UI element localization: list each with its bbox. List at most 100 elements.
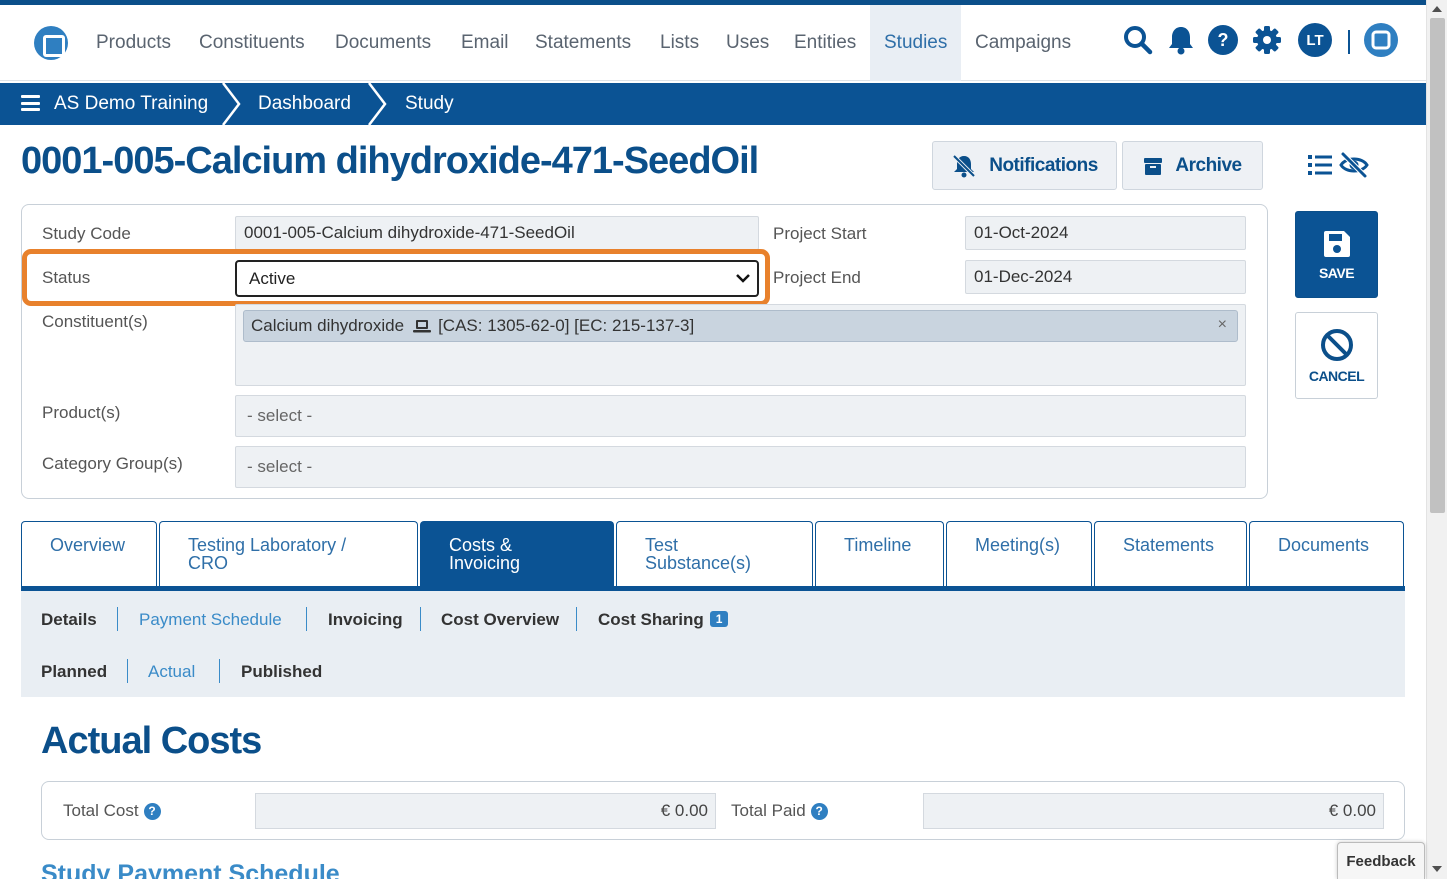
subnav-payment-schedule[interactable]: Payment Schedule (139, 610, 282, 630)
tab-testing-laboratory[interactable]: Testing Laboratory / CRO (159, 521, 418, 587)
tab-timeline[interactable]: Timeline (815, 521, 944, 587)
subnav-details[interactable]: Details (41, 610, 97, 630)
status-label: Status (42, 268, 91, 287)
help-icon[interactable]: ? (810, 802, 828, 820)
subnav-actual[interactable]: Actual (148, 662, 195, 682)
app-switch-icon[interactable] (1363, 23, 1399, 57)
total-cost-field[interactable]: € 0.00 (255, 793, 716, 829)
ban-icon (1320, 328, 1353, 361)
tab-label: Statements (1123, 535, 1215, 555)
notifications-label: Notifications (989, 154, 1098, 176)
tab-overview[interactable]: Overview (21, 521, 157, 587)
products-label: Product(s) (42, 403, 121, 422)
breadcrumb-chevron-icon (222, 83, 241, 125)
scroll-up-arrow-icon[interactable] (1432, 6, 1442, 12)
subnav-cost-sharing[interactable]: Cost Sharing 1 (598, 610, 729, 630)
total-cost-label-text: Total Cost (63, 801, 139, 820)
nav-constituents[interactable]: Constituents (185, 5, 319, 81)
tab-label: Test (645, 535, 679, 555)
nav-documents[interactable]: Documents (321, 5, 445, 81)
tab-label-line2: Invoicing (449, 553, 521, 573)
nav-statements[interactable]: Statements (521, 5, 645, 81)
nav-products[interactable]: Products (82, 5, 185, 81)
subnav-cost-overview[interactable]: Cost Overview (441, 610, 559, 630)
constituent-ids: [CAS: 1305-62-0] [EC: 215-137-3] (438, 316, 695, 335)
payment-schedule-section-title: Study Payment Schedule (41, 860, 340, 879)
archive-icon (1144, 157, 1163, 175)
tab-label-line2: CRO (188, 553, 228, 573)
study-code-label: Study Code (42, 224, 131, 243)
subnav-divider (576, 607, 577, 631)
bell-icon[interactable] (1165, 24, 1197, 56)
subnav-cost-sharing-label: Cost Sharing (598, 610, 704, 629)
menu-icon[interactable] (21, 95, 40, 111)
tab-test-substances[interactable]: Test Substance(s) (616, 521, 813, 587)
app-logo-icon[interactable] (34, 26, 68, 60)
products-select[interactable]: - select - (235, 395, 1246, 437)
tag-remove-icon[interactable]: × (1218, 316, 1227, 334)
tab-label: Testing Laboratory / (188, 535, 347, 555)
chevron-down-icon (736, 274, 750, 283)
constituent-tag[interactable]: Calcium dihydroxide [CAS: 1305-62-0] [EC… (243, 310, 1238, 342)
subnav-invoicing[interactable]: Invoicing (328, 610, 403, 630)
cancel-button[interactable]: CANCEL (1295, 312, 1378, 399)
page-title: 0001-005-Calcium dihydroxide-471-SeedOil (21, 140, 759, 182)
status-select[interactable]: Active (235, 260, 759, 297)
nav-campaigns[interactable]: Campaigns (961, 5, 1085, 81)
tab-label: Meeting(s) (975, 535, 1061, 555)
study-code-field[interactable]: 0001-005-Calcium dihydroxide-471-SeedOil (235, 216, 759, 250)
scrollbar-thumb[interactable] (1430, 18, 1445, 513)
breadcrumb-dashboard[interactable]: Dashboard (258, 83, 351, 125)
laptop-icon (413, 320, 432, 333)
user-avatar[interactable]: LT (1297, 23, 1333, 57)
project-start-field[interactable]: 01-Oct-2024 (965, 216, 1246, 250)
category-groups-label: Category Group(s) (42, 454, 183, 473)
tab-label: Overview (50, 535, 126, 555)
tab-costs-invoicing[interactable]: Costs & Invoicing (420, 521, 614, 587)
project-end-field[interactable]: 01-Dec-2024 (965, 260, 1246, 294)
tab-statements[interactable]: Statements (1094, 521, 1247, 587)
eye-slash-icon[interactable] (1338, 151, 1370, 179)
feedback-button[interactable]: Feedback (1337, 842, 1425, 879)
bell-slash-icon (952, 154, 976, 177)
tab-label-line2: Substance(s) (645, 553, 752, 573)
total-cost-label: Total Cost? (63, 801, 161, 821)
total-paid-label: Total Paid? (731, 801, 828, 821)
search-icon[interactable] (1122, 24, 1154, 56)
subnav-published[interactable]: Published (241, 662, 322, 682)
tab-documents[interactable]: Documents (1249, 521, 1404, 587)
save-label: SAVE (1318, 264, 1355, 281)
archive-button[interactable]: Archive (1122, 141, 1263, 190)
tab-label: Documents (1278, 535, 1370, 555)
breadcrumb-home[interactable]: AS Demo Training (54, 83, 208, 125)
floppy-disk-icon (1323, 230, 1350, 257)
help-icon[interactable]: ? (143, 802, 161, 820)
nav-studies[interactable]: Studies (870, 5, 961, 81)
avatar-initials: LT (1298, 23, 1332, 57)
tab-meetings[interactable]: Meeting(s) (946, 521, 1092, 587)
subnav-divider (219, 659, 220, 683)
nav-entities[interactable]: Entities (780, 5, 870, 81)
subnav-divider (420, 607, 421, 631)
cancel-label: CANCEL (1308, 367, 1365, 384)
vertical-scrollbar[interactable] (1426, 0, 1447, 879)
category-groups-select[interactable]: - select - (235, 446, 1246, 488)
nav-uses[interactable]: Uses (712, 5, 783, 81)
nav-divider (1348, 30, 1350, 54)
breadcrumb: AS Demo Training Dashboard Study (0, 83, 1426, 125)
list-view-icon[interactable] (1307, 153, 1333, 177)
constituent-name: Calcium dihydroxide (251, 316, 405, 335)
total-paid-field[interactable]: € 0.00 (923, 793, 1384, 829)
help-icon[interactable]: ? (1207, 24, 1239, 56)
nav-email[interactable]: Email (447, 5, 523, 81)
subnav-planned[interactable]: Planned (41, 662, 107, 682)
save-button[interactable]: SAVE (1295, 211, 1378, 298)
notifications-button[interactable]: Notifications (932, 141, 1117, 190)
actual-costs-title: Actual Costs (41, 720, 262, 762)
gear-icon[interactable] (1251, 24, 1283, 56)
subnav-divider (117, 607, 118, 631)
cost-sharing-badge: 1 (709, 611, 729, 627)
scroll-down-arrow-icon[interactable] (1432, 866, 1442, 872)
nav-lists[interactable]: Lists (646, 5, 713, 81)
breadcrumb-chevron-icon (368, 83, 387, 125)
